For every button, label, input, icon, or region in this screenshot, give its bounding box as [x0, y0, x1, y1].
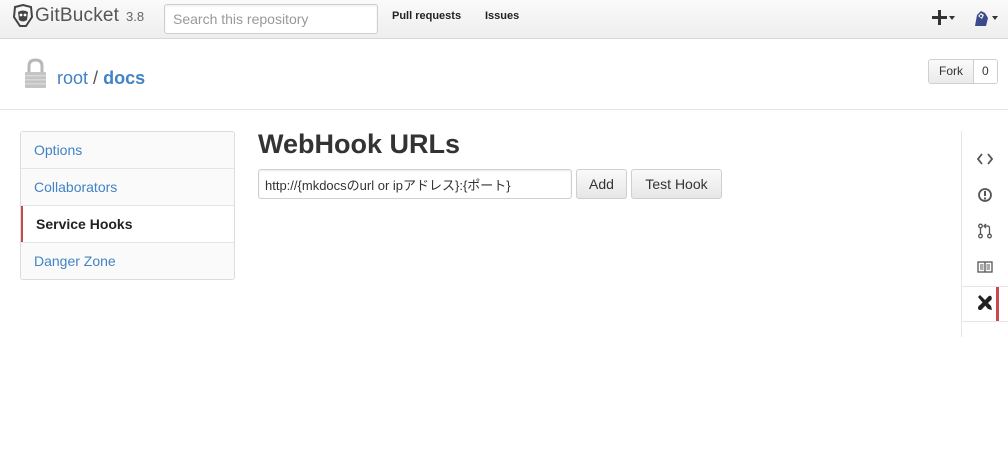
side-nav-issues[interactable] [962, 178, 1008, 214]
repo-side-nav [961, 131, 1008, 337]
repo-owner-link[interactable]: root [57, 68, 88, 88]
settings-tools-icon [976, 294, 994, 315]
repo-name-link[interactable]: docs [103, 68, 145, 88]
version-label: 3.8 [126, 9, 145, 24]
breadcrumb-separator: / [93, 68, 99, 88]
side-nav-code[interactable] [962, 142, 1008, 178]
side-nav-wiki[interactable] [962, 250, 1008, 286]
search-input[interactable] [164, 4, 378, 34]
fork-button-group: Fork 0 [928, 59, 998, 84]
side-nav-pull-requests[interactable] [962, 214, 1008, 250]
side-nav-settings[interactable] [962, 286, 1008, 322]
settings-menu-service-hooks[interactable]: Service Hooks [21, 206, 234, 243]
user-avatar-menu[interactable] [972, 7, 1002, 29]
settings-menu: Options Collaborators Service Hooks Dang… [20, 131, 235, 280]
nav-issues[interactable]: Issues [485, 10, 519, 22]
brand-name[interactable]: GitBucket [35, 5, 119, 27]
code-icon [976, 152, 994, 169]
repository-header: root / docs Fork 0 [0, 39, 1008, 110]
wiki-book-icon [977, 260, 993, 277]
nav-pull-requests[interactable]: Pull requests [392, 10, 461, 22]
repo-breadcrumb: root / docs [57, 68, 145, 89]
fork-button[interactable]: Fork [929, 60, 974, 83]
settings-menu-danger-zone[interactable]: Danger Zone [21, 243, 234, 279]
pull-request-icon [977, 223, 993, 242]
page-title: WebHook URLs [258, 129, 461, 159]
test-hook-button[interactable]: Test Hook [631, 169, 722, 199]
lock-icon [23, 58, 48, 90]
add-hook-button[interactable]: Add [576, 169, 627, 199]
settings-menu-collaborators[interactable]: Collaborators [21, 169, 234, 206]
fork-count[interactable]: 0 [974, 60, 997, 83]
settings-menu-options[interactable]: Options [21, 132, 234, 169]
issue-opened-icon [977, 187, 993, 206]
webhook-url-input[interactable] [258, 169, 572, 199]
gitbucket-logo-icon[interactable] [12, 3, 34, 28]
new-menu-plus-icon[interactable] [930, 8, 956, 28]
top-navbar: GitBucket 3.8 Pull requests Issues [0, 0, 1008, 39]
